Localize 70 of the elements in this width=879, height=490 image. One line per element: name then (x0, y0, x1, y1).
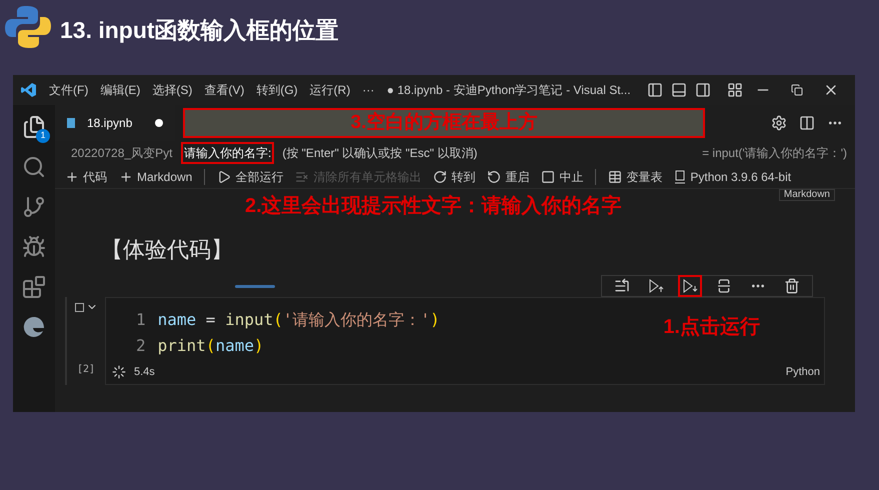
settings-icon[interactable] (771, 115, 787, 131)
annotation-text: 1.点击运行 (663, 315, 760, 340)
code-preview: = input('请输入你的名字：') (702, 145, 848, 162)
toolbar-button[interactable]: 代码 (65, 168, 107, 186)
restart-icon (487, 170, 502, 184)
python-logo-icon (4, 4, 52, 50)
tab-label[interactable]: 18.ipynb (87, 114, 132, 132)
toolbar-button[interactable]: 变量表 (608, 168, 662, 186)
run-above-icon[interactable] (648, 278, 664, 294)
panel-left-icon[interactable] (646, 82, 663, 98)
restore-icon[interactable] (790, 84, 803, 96)
menu-item[interactable]: 编辑(E) (100, 81, 140, 99)
branch-icon[interactable] (22, 195, 46, 219)
menu-item[interactable]: ··· (362, 81, 374, 99)
extensions-icon[interactable] (22, 275, 46, 299)
code-cell[interactable]: 1 name = input('请输入你的名字：') 2 print(name) 1.点击运行 5.4s Python (105, 297, 825, 385)
run-by-line-icon[interactable] (614, 278, 630, 294)
trash-icon[interactable] (784, 278, 800, 294)
window-title: ● 18.ipynb - 安迪Python学习笔记 - Visual St... (386, 82, 631, 99)
toolbar-button[interactable]: Markdown (119, 168, 192, 186)
kernel-icon (674, 170, 686, 184)
editor-logo-icon (21, 82, 37, 98)
refresh-icon (433, 170, 448, 184)
markdown-text: 【体验代码】 (101, 236, 233, 264)
bug-play-icon[interactable] (22, 235, 46, 259)
cell-duration: 5.4s (134, 364, 155, 380)
line-number: 2 (136, 335, 146, 357)
split-cell-icon[interactable] (716, 278, 732, 294)
annotation-text: 2.这里会出现提示性文字：请输入你的名字 (245, 194, 622, 219)
notebook-file-icon (67, 118, 75, 128)
toolbar-button[interactable]: 转到 (433, 168, 476, 186)
menu-item[interactable]: 文件(F) (49, 81, 88, 99)
code-line: name = input('请输入你的名字：') (158, 309, 440, 331)
search-icon[interactable] (22, 155, 46, 179)
plus-icon (119, 170, 133, 184)
spinner-icon (112, 364, 126, 379)
clear-list-icon (295, 170, 310, 184)
notification-badge: 1 (36, 129, 50, 143)
menu-item[interactable]: 运行(R) (310, 81, 350, 99)
cell-divider-handle[interactable] (235, 284, 275, 288)
toolbar-button[interactable]: 全部运行 (217, 168, 284, 186)
play-icon (217, 170, 232, 184)
cell-checkbox[interactable] (74, 302, 84, 312)
annotation-text: 3.空白的方框在最上方 (350, 110, 538, 135)
prompt-label: 请输入你的名字: (181, 142, 274, 164)
line-number: 1 (136, 309, 146, 331)
slide-title: 13. input函数输入框的位置 (60, 16, 339, 45)
menu-item[interactable]: 转到(G) (256, 81, 298, 99)
run-below-icon[interactable] (682, 278, 698, 294)
cell-type-tag: Markdown (778, 189, 835, 201)
table-icon (608, 170, 622, 184)
menu-item[interactable]: 选择(S) (152, 81, 192, 99)
menu-item[interactable]: 查看(V) (204, 81, 244, 99)
prompt-hint: (按 "Enter" 以确认或按 "Esc" 以取消) (282, 145, 478, 162)
toolbar-button[interactable]: 中止 (541, 168, 584, 186)
toolbar-button[interactable]: 重启 (487, 168, 530, 186)
split-editor-icon[interactable] (799, 115, 815, 131)
square-icon (541, 170, 556, 184)
code-line: print(name) (158, 335, 264, 357)
browser-logo-icon[interactable] (22, 315, 46, 339)
cell-action-button[interactable] (678, 275, 702, 297)
execution-count: [2] (76, 363, 96, 377)
breadcrumb[interactable]: 20220728_风变Pyt (71, 144, 181, 162)
panel-right-icon[interactable] (694, 82, 711, 98)
panel-bottom-icon[interactable] (670, 82, 687, 98)
files-icon[interactable] (22, 115, 46, 139)
toolbar-button[interactable]: Python 3.9.6 64-bit (674, 168, 792, 186)
layout-icon[interactable] (726, 82, 743, 98)
cell-language[interactable]: Python (786, 364, 820, 380)
plus-icon (65, 170, 79, 184)
